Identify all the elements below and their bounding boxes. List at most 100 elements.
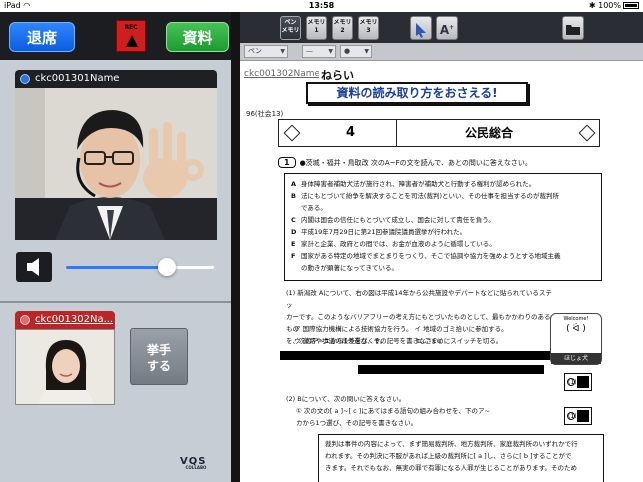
speaker-icon <box>27 258 39 276</box>
rec-button[interactable]: REC <box>116 20 146 52</box>
diamond-icon <box>283 124 301 142</box>
answer-box-1[interactable]: (1) <box>564 373 592 391</box>
answer-box-2[interactable]: (1) <box>564 407 592 425</box>
status-time: 13:58 <box>308 1 335 10</box>
tool-label: メモリ <box>333 19 352 26</box>
pointer-tool[interactable] <box>410 16 432 40</box>
question-number: 1 <box>278 157 296 168</box>
statement-key: E <box>291 240 296 248</box>
statement-row: B 法にもとづいて紛争を解決することを司法(裁判)といい、その仕事を担当するのが裁… <box>291 190 595 202</box>
exit-button[interactable]: 退席 <box>9 22 75 52</box>
statement-row: D 平成19年7月29日に第21回参議院議員選挙が行われた。 <box>291 226 595 238</box>
assistance-dog-sticker: Welcome! ( ᐛ ) ほじょ犬 <box>550 313 602 365</box>
pen-type-select[interactable]: ペン ▼ <box>244 45 288 58</box>
status-bar: iPad ◠ 13:58 ✱ 100% <box>0 0 643 12</box>
unit-number: 4 <box>305 120 397 146</box>
battery-percent: 100% <box>598 1 621 10</box>
question-2-1: ① 次の文の[ a ]~[ c ]にあてはまる語句の組み合わせを、下のア~ カか… <box>296 405 566 429</box>
statement-text: 内閣は国会の信任にもとづいて成立し、国会に対して責任を負う。 <box>301 216 495 224</box>
battery-icon <box>623 2 639 9</box>
panel-separator <box>231 12 240 482</box>
question-line: (1) 新潟改 Aについて、右の図は平成14年から公共施設やデパートなどに貼られ… <box>286 289 552 309</box>
sticker-label: ほじょ犬 <box>551 353 601 364</box>
vqs-logo: VQS COLLABO <box>180 456 206 470</box>
worksheet-page[interactable]: ckc001302Name ねらい 資料の読み取り方をおさえる! 96(社会13… <box>240 61 643 482</box>
teacher-status-icon <box>20 74 30 84</box>
answer-number: (1) <box>567 378 577 386</box>
statement-row: である。 <box>291 202 595 214</box>
statement-key: A <box>291 180 297 188</box>
tool-label: メモリ <box>281 27 300 34</box>
material-panel: ペン メモリ メモリ 1 メモリ 2 メモリ 3 A+ ペン ▼ — ▼ ● ▼… <box>240 12 643 482</box>
teacher-video-image <box>15 88 217 240</box>
line-width-select[interactable]: — ▼ <box>302 45 336 58</box>
aim-label: ねらい <box>319 67 356 83</box>
teacher-name-bar[interactable]: ckc001301Name <box>15 70 217 88</box>
option-line: ア 国際協力機構による技術協力を行う。 イ 地域のゴミ拾いに参加する。 <box>294 325 508 333</box>
tool-label: メモリ <box>307 19 326 26</box>
folder-icon <box>566 25 580 35</box>
student-name: ckc001302Na... <box>35 314 114 325</box>
raise-hand-button[interactable]: 挙手 する <box>130 328 188 385</box>
text-size-tool[interactable]: A+ <box>436 16 458 40</box>
memory-3-tool[interactable]: メモリ 3 <box>358 16 379 40</box>
pen-options-bar: ペン ▼ — ▼ ● ▼ <box>240 43 643 61</box>
diamond-icon <box>578 124 596 142</box>
statement-row: C 内閣は国会の信任にもとづいて成立し、国会に対して責任を負う。 <box>291 214 595 226</box>
statement-text: 平成19年7月29日に第21回参議院議員選挙が行われた。 <box>301 228 467 236</box>
text-size-icon: A+ <box>439 23 455 37</box>
tool-label: ペン <box>284 19 297 26</box>
chevron-down-icon: ▼ <box>280 48 285 55</box>
status-right: ✱ 100% <box>589 1 639 10</box>
question-1-1-options: ア 国際協力機構による技術協力を行う。 イ 地域のゴミ拾いに参加する。 ウ 道路… <box>294 323 554 347</box>
line-width-value: — <box>306 47 313 55</box>
bluetooth-icon: ✱ <box>588 1 596 10</box>
question-2-passage: 裁判は事件の内容によって、まず簡易裁判所、地方裁判所、家庭裁判所のいずれかで行 … <box>318 434 604 482</box>
memory-1-tool[interactable]: メモリ 1 <box>306 16 327 40</box>
speaker-button[interactable] <box>16 252 52 282</box>
question-line: カから1つ選び、その記号を書きなさい。 <box>296 419 418 427</box>
teacher-name: ckc001301Name <box>35 73 120 84</box>
tool-label: 1 <box>314 27 319 34</box>
folder-button[interactable] <box>562 16 584 40</box>
raise-hand-label-1: 挙手 <box>146 343 171 357</box>
statement-key: D <box>291 228 297 236</box>
statement-row: A 身体障害者補助犬法が施行され、障害者が補助犬と行動する権利が認められた。 <box>291 178 595 190</box>
passage-line: われます。その判決に不服があれば上級の裁判所に[ a ]し、さらに[ b ]する… <box>325 452 572 460</box>
material-button[interactable]: 資料 <box>166 22 229 52</box>
participants-panel: 退席 REC 資料 ckc001301Name ckc001302Na... 挙… <box>0 12 231 482</box>
page-number: 96(社会13) <box>246 110 284 118</box>
tool-label: メモリ <box>359 19 378 26</box>
memory-2-tool[interactable]: メモリ 2 <box>332 16 353 40</box>
volume-knob[interactable] <box>157 258 176 276</box>
question-1-text: ●茨城・福井・鳥取改 次のA~Fの文を読んで、あとの問いに答えなさい。 <box>299 159 532 167</box>
teacher-video[interactable] <box>15 88 217 240</box>
volume-slider[interactable] <box>66 258 214 276</box>
passage-line: きます。それでもなお、無実の罪で有罪になる人罪が生じることがあります。そのため <box>325 464 578 472</box>
statement-row: の動きが顕著になってきている。 <box>291 262 595 274</box>
tool-label: 2 <box>340 27 345 34</box>
statement-text: 身体障害者補助犬法が施行され、障害者が補助犬と行動する権利が認められた。 <box>301 180 536 188</box>
raise-hand-label-2: する <box>146 359 171 373</box>
statements-box: A 身体障害者補助犬法が施行され、障害者が補助犬と行動する権利が認められた。 B法… <box>284 173 602 281</box>
student-video[interactable] <box>15 329 115 405</box>
aim-banner: 資料の読み取り方をおさえる! <box>306 82 528 104</box>
statement-key: C <box>291 216 296 224</box>
passage-line: 裁判は事件の内容によって、まず簡易裁判所、地方裁判所、家庭裁判所のいずれかで行 <box>325 440 578 448</box>
statement-text: の動きが顕著になってきている。 <box>301 264 398 272</box>
statement-text: 家計と企業、政府との間では、お金が血液のように循環している。 <box>301 240 496 248</box>
statement-row: F 国家がある特定の地域でまとまりをつくり、そこで協調や協力を強めようとする地域主… <box>291 250 595 262</box>
volume-fill <box>66 266 167 269</box>
student-video-image <box>16 330 114 404</box>
dog-face-icon: ( ᐛ ) <box>566 324 586 334</box>
statement-key: F <box>291 252 296 260</box>
answer-redaction <box>577 376 589 388</box>
unit-title: 公民総合 <box>464 126 513 140</box>
student-name-bar[interactable]: ckc001302Na... <box>15 311 115 329</box>
whiteboard-toolbar: ペン メモリ メモリ 1 メモリ 2 メモリ 3 A+ <box>240 12 643 43</box>
sticker-welcome: Welcome! <box>563 316 589 322</box>
pen-memory-tool[interactable]: ペン メモリ <box>280 16 301 40</box>
pen-type-value: ペン <box>248 47 262 55</box>
statement-text: 国家がある特定の地域でまとまりをつくり、そこで協調や協力を強めようとする地域主義 <box>301 252 561 260</box>
color-select[interactable]: ● ▼ <box>340 45 372 58</box>
